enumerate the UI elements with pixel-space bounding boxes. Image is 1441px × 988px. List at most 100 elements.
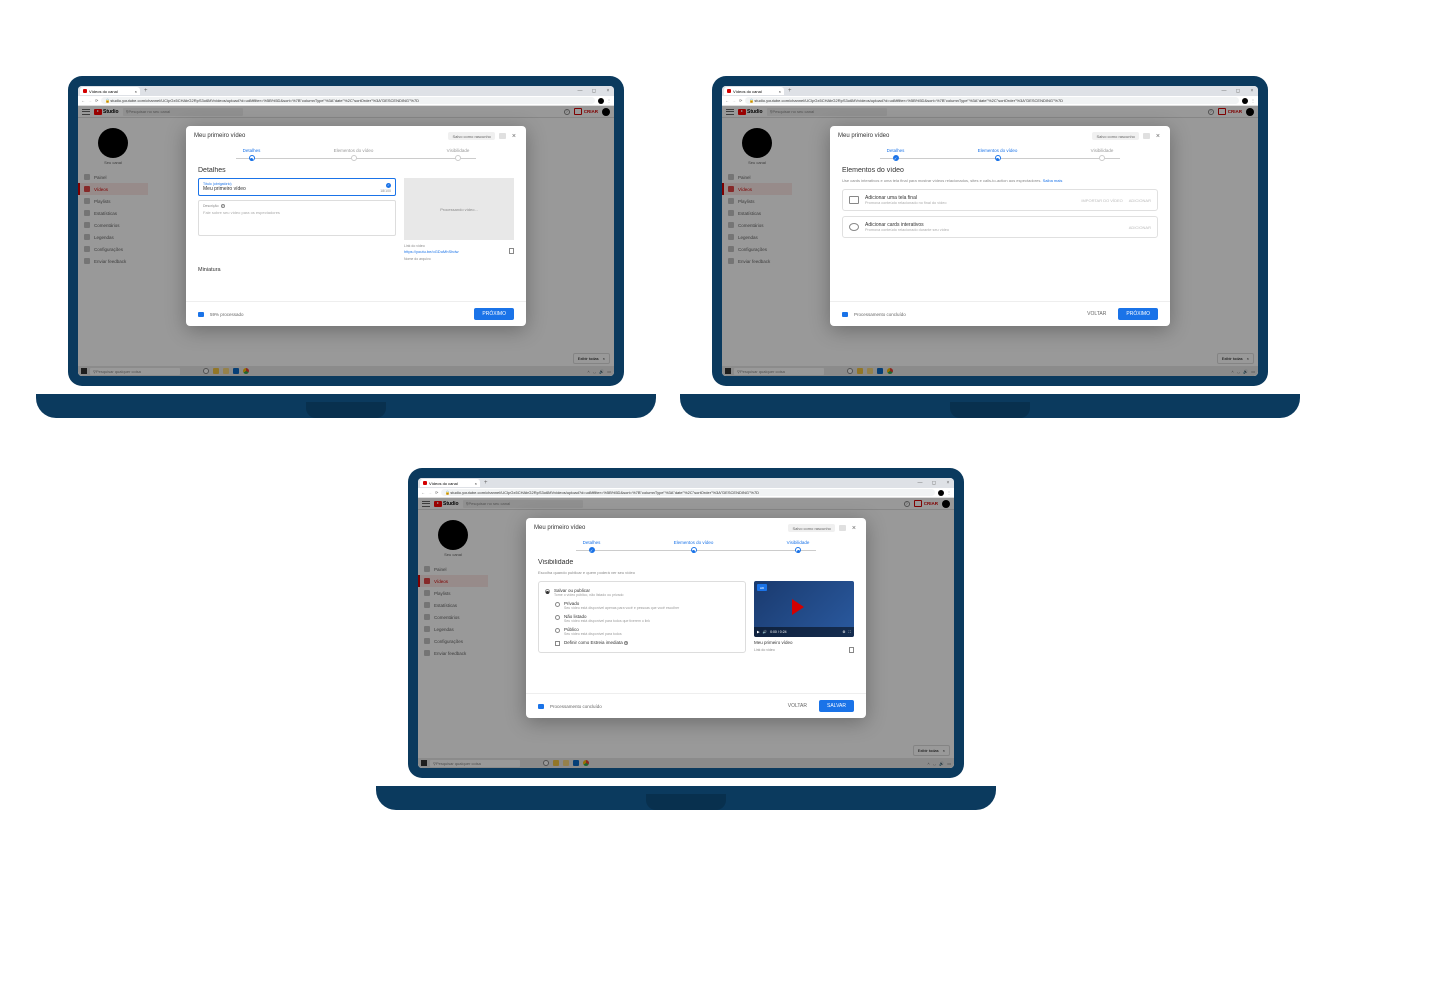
tab-close-icon[interactable]: × [475, 481, 477, 486]
card-text: Adicionar uma tela final Promova conteúd… [865, 195, 1075, 205]
add-button[interactable]: ADICIONAR [1129, 198, 1151, 203]
window-close-button[interactable]: × [604, 88, 612, 94]
window-maximize-button[interactable]: ◻ [1234, 88, 1242, 94]
window-maximize-button[interactable]: ◻ [590, 88, 598, 94]
visibility-preview: HD ▶ 🔊 0:00 / 0:24 ⚙ ⛶ Meu p [754, 581, 854, 653]
checkbox-icon [555, 641, 560, 646]
window-close-button[interactable]: × [1248, 88, 1256, 94]
tab-title: Vídeos do canal [733, 89, 762, 94]
learn-more-link[interactable]: Saiba mais [1043, 178, 1063, 183]
play-icon[interactable]: ▶ [757, 630, 760, 634]
step-dot-icon [691, 547, 697, 553]
miniatura-heading: Miniatura [198, 267, 514, 273]
browser-tab[interactable]: Vídeos do canal× [420, 479, 480, 487]
step-visibilidade[interactable]: Visibilidade [447, 148, 470, 161]
step-elementos[interactable]: Elementos do vídeo [334, 148, 374, 161]
dialog-feedback-icon[interactable] [839, 525, 846, 531]
nav-reload-button[interactable]: ⟳ [739, 98, 742, 103]
new-tab-button[interactable]: + [484, 480, 488, 486]
tab-close-icon[interactable]: × [779, 89, 781, 94]
card-sub: Promova conteúdo relacionado no final do… [865, 201, 1075, 205]
browser-menu-button[interactable]: ⋮ [947, 490, 951, 495]
dialog-feedback-icon[interactable] [499, 133, 506, 139]
dialog-title: Meu primeiro vídeo [194, 133, 444, 139]
window-minimize-button[interactable]: — [576, 88, 584, 94]
new-tab-button[interactable]: + [788, 88, 792, 94]
laptop-step-visibility: Vídeos do canal× + — ◻ × ←→⟳ 🔒studio.youtu… [396, 468, 976, 798]
end-screen-icon [849, 196, 859, 204]
dialog-feedback-icon[interactable] [1143, 133, 1150, 139]
step-visibilidade[interactable]: Visibilidade [787, 540, 810, 553]
player-controls[interactable]: ▶ 🔊 0:00 / 0:24 ⚙ ⛶ [754, 627, 854, 637]
dialog-close-button[interactable]: × [1154, 133, 1162, 140]
next-button[interactable]: PRÓXIMO [1118, 308, 1158, 320]
tab-close-icon[interactable]: × [135, 89, 137, 94]
back-button[interactable]: VOLTAR [782, 700, 813, 712]
radio-private[interactable]: PrivadoSeu vídeo está disponível apenas … [555, 599, 739, 612]
browser-menu-button[interactable]: ⋮ [1251, 98, 1255, 103]
dialog-close-button[interactable]: × [510, 133, 518, 140]
browser-menu-button[interactable]: ⋮ [607, 98, 611, 103]
volume-icon[interactable]: 🔊 [763, 630, 767, 634]
step-detalhes[interactable]: Detalhes [243, 148, 261, 161]
browser-tab-strip: Vídeos do canal × + — ◻ × [722, 86, 1258, 96]
window-maximize-button[interactable]: ◻ [930, 480, 938, 486]
radio-icon [555, 615, 560, 620]
nav-back-button[interactable]: ← [81, 98, 85, 103]
copy-icon[interactable] [849, 647, 854, 653]
browser-tab[interactable]: Vídeos do canal × [724, 87, 784, 95]
step-detalhes[interactable]: Detalhes [583, 540, 601, 553]
back-button[interactable]: VOLTAR [1081, 308, 1112, 320]
radio-unlisted[interactable]: Não listadoSeu vídeo está disponível par… [555, 612, 739, 625]
radio-sub: Seu vídeo está disponível para todos [564, 632, 622, 636]
window-close-button[interactable]: × [944, 480, 952, 486]
nav-back-button[interactable]: ← [421, 490, 425, 495]
radio-save-publish[interactable]: Salvar ou publicarTorne o vídeo público,… [545, 586, 739, 599]
browser-profile-icon[interactable] [1242, 98, 1248, 104]
nav-forward-button[interactable]: → [428, 490, 432, 495]
new-tab-button[interactable]: + [144, 88, 148, 94]
step-detalhes[interactable]: Detalhes [887, 148, 905, 161]
laptop-notch [950, 402, 1030, 418]
nav-reload-button[interactable]: ⟳ [95, 98, 98, 103]
nav-back-button[interactable]: ← [725, 98, 729, 103]
step-elementos[interactable]: Elementos do vídeo [978, 148, 1018, 161]
browser-profile-icon[interactable] [938, 490, 944, 496]
window-minimize-button[interactable]: — [1220, 88, 1228, 94]
help-icon[interactable]: ? [624, 641, 628, 645]
window-controls: — ◻ × [1220, 88, 1256, 94]
url-field[interactable]: 🔒studio.youtube.com/channel/UCIpGx5CHAbG… [441, 489, 935, 496]
nav-reload-button[interactable]: ⟳ [435, 490, 438, 495]
copy-icon[interactable] [509, 248, 514, 254]
radio-public[interactable]: PúblicoSeu vídeo está disponível para to… [555, 625, 739, 638]
browser-profile-icon[interactable] [598, 98, 604, 104]
url-field[interactable]: 🔒studio.youtube.com/channel/UCIpGx5CHAbG… [745, 97, 1239, 104]
step-label: Visibilidade [1091, 148, 1114, 153]
video-preview-player[interactable]: HD ▶ 🔊 0:00 / 0:24 ⚙ ⛶ [754, 581, 854, 637]
import-button[interactable]: IMPORTAR DO VÍDEO [1081, 198, 1122, 203]
nav-forward-button[interactable]: → [732, 98, 736, 103]
step-visibilidade[interactable]: Visibilidade [1091, 148, 1114, 161]
description-input[interactable]: Descrição ? Fale sobre seu vídeo para os… [198, 200, 396, 236]
help-icon[interactable]: ? [221, 204, 225, 208]
fullscreen-icon[interactable]: ⛶ [849, 630, 851, 634]
video-link[interactable]: https://youtu.be/oGDuMhShdw [404, 248, 514, 254]
dialog-footer: Processamento concluído VOLTAR PRÓXIMO [830, 301, 1170, 326]
laptop-notch [306, 402, 386, 418]
radio-sub: Seu vídeo está disponível para todos que… [564, 619, 650, 623]
dialog-header: Meu primeiro vídeo Salvo como rascunho × [526, 518, 866, 538]
browser-tab[interactable]: Vídeos do canal × [80, 87, 140, 95]
settings-icon[interactable]: ⚙ [842, 630, 845, 634]
add-button[interactable]: ADICIONAR [1129, 225, 1151, 230]
nav-forward-button[interactable]: → [88, 98, 92, 103]
title-input[interactable]: Título (obrigatório) Meu primeiro vídeo … [198, 178, 396, 196]
step-elementos[interactable]: Elementos do vídeo [674, 540, 714, 553]
step-label: Elementos do vídeo [978, 148, 1018, 153]
save-button[interactable]: SALVAR [819, 700, 854, 712]
checkbox-premiere[interactable]: Definir como Estreia imediata ? [545, 638, 739, 648]
next-button[interactable]: PRÓXIMO [474, 308, 514, 320]
dialog-body: Elementos do vídeo Use cards interativos… [830, 167, 1170, 301]
url-field[interactable]: 🔒 studio.youtube.com/channel/UCIpGx5CHAb… [101, 97, 595, 104]
window-minimize-button[interactable]: — [916, 480, 924, 486]
dialog-close-button[interactable]: × [850, 525, 858, 532]
